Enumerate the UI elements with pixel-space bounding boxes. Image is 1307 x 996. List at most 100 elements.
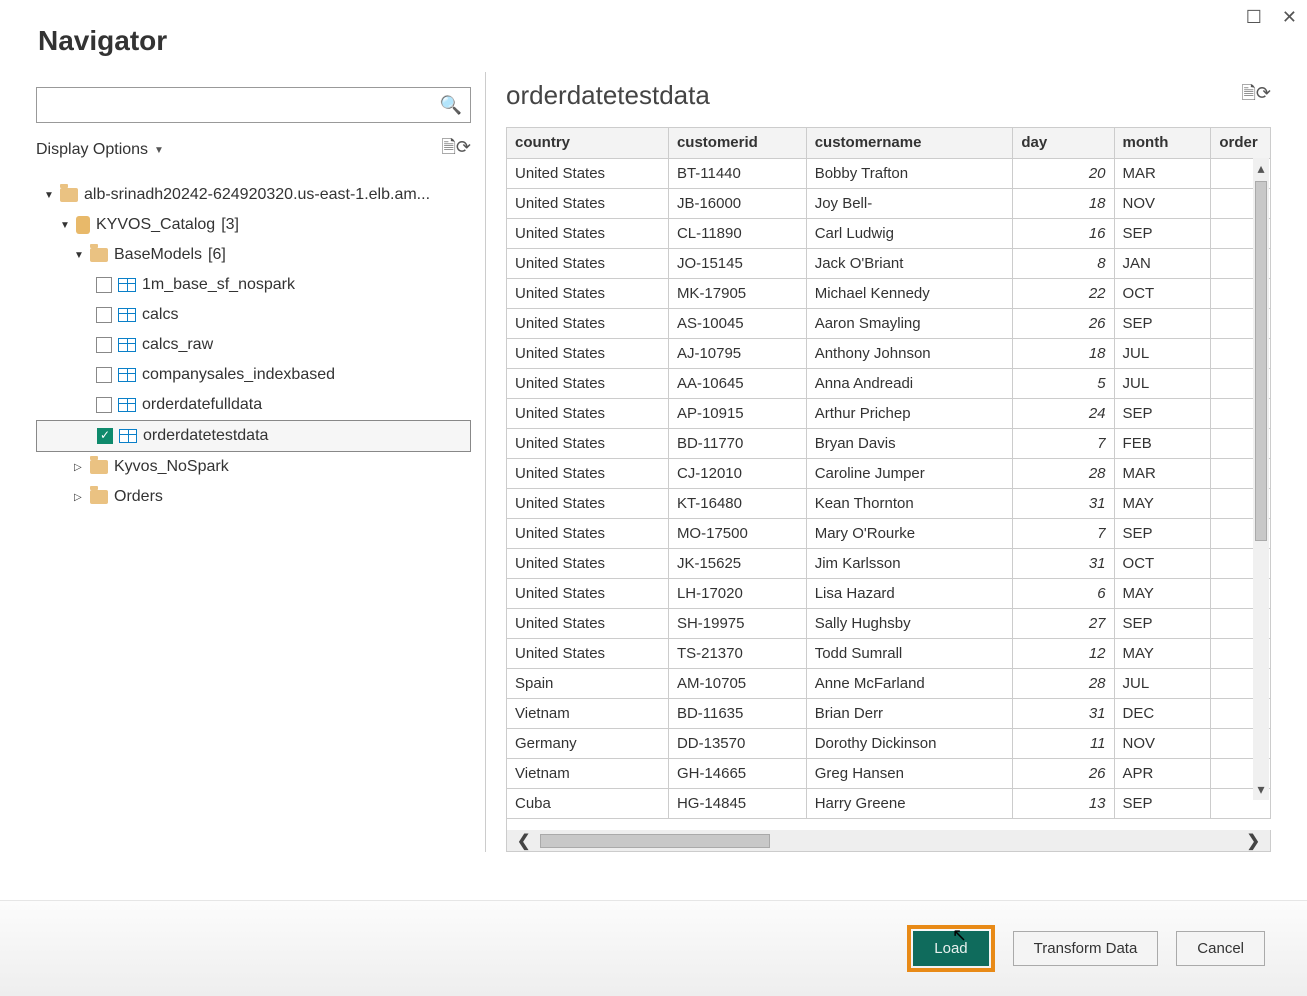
table-row[interactable]: GermanyDD-13570Dorothy Dickinson11NOV xyxy=(507,728,1271,758)
cell-customerid: AJ-10795 xyxy=(668,338,806,368)
column-header[interactable]: order xyxy=(1211,128,1271,158)
table-row[interactable]: United StatesJO-15145Jack O'Briant8JAN xyxy=(507,248,1271,278)
tree-table-item[interactable]: orderdatefulldata xyxy=(36,390,471,420)
tree-table-label: calcs_raw xyxy=(142,336,213,354)
checkbox[interactable] xyxy=(96,337,112,353)
cell-country: United States xyxy=(507,188,668,218)
cell-customername: Harry Greene xyxy=(806,788,1013,818)
table-row[interactable]: United StatesCJ-12010Caroline Jumper28MA… xyxy=(507,458,1271,488)
table-row[interactable]: United StatesLH-17020Lisa Hazard6MAY xyxy=(507,578,1271,608)
tree-table-label: calcs xyxy=(142,306,178,324)
table-row[interactable]: United StatesJB-16000Joy Bell-18NOV xyxy=(507,188,1271,218)
folder-icon xyxy=(60,188,78,202)
maximize-icon[interactable]: ☐ xyxy=(1246,8,1262,26)
tree-table-item[interactable]: calcs xyxy=(36,300,471,330)
column-header[interactable]: country xyxy=(507,128,668,158)
cell-day: 8 xyxy=(1013,248,1114,278)
table-row[interactable]: United StatesAJ-10795Anthony Johnson18JU… xyxy=(507,338,1271,368)
table-row[interactable]: United StatesAP-10915Arthur Prichep24SEP xyxy=(507,398,1271,428)
cell-customername: Carl Ludwig xyxy=(806,218,1013,248)
display-options-dropdown[interactable]: Display Options ▼ xyxy=(36,141,164,159)
cell-customerid: SH-19975 xyxy=(668,608,806,638)
scroll-thumb[interactable] xyxy=(540,834,770,848)
tree-table-item[interactable]: calcs_raw xyxy=(36,330,471,360)
caret-down-icon[interactable]: ▼ xyxy=(60,220,70,231)
column-header[interactable]: day xyxy=(1013,128,1114,158)
table-row[interactable]: United StatesSH-19975Sally Hughsby27SEP xyxy=(507,608,1271,638)
checkbox[interactable] xyxy=(97,428,113,444)
table-row[interactable]: VietnamBD-11635Brian Derr31DEC xyxy=(507,698,1271,728)
column-header[interactable]: month xyxy=(1114,128,1211,158)
table-icon xyxy=(118,278,136,292)
table-row[interactable]: United StatesJK-15625Jim Karlsson31OCT xyxy=(507,548,1271,578)
cell-country: United States xyxy=(507,218,668,248)
horizontal-scrollbar[interactable]: ❮ ❯ xyxy=(506,830,1271,852)
preview-refresh-icon[interactable]: 🗎⟳ xyxy=(1241,81,1271,111)
column-header[interactable]: customername xyxy=(806,128,1013,158)
cell-day: 26 xyxy=(1013,758,1114,788)
cell-customername: Jack O'Briant xyxy=(806,248,1013,278)
caret-down-icon[interactable]: ▼ xyxy=(74,250,84,261)
scroll-up-icon[interactable]: ▴ xyxy=(1255,158,1266,179)
tree-table-item[interactable]: companysales_indexbased xyxy=(36,360,471,390)
scroll-right-icon[interactable]: ❯ xyxy=(1237,831,1270,851)
cell-customername: Caroline Jumper xyxy=(806,458,1013,488)
tree-orders[interactable]: ▷ Orders xyxy=(36,482,471,512)
checkbox[interactable] xyxy=(96,277,112,293)
table-row[interactable]: United StatesAS-10045Aaron Smayling26SEP xyxy=(507,308,1271,338)
refresh-icon[interactable]: 🗎⟳ xyxy=(441,135,471,165)
table-row[interactable]: VietnamGH-14665Greg Hansen26APR xyxy=(507,758,1271,788)
tree-table-item[interactable]: orderdatetestdata xyxy=(36,420,471,452)
cell-day: 5 xyxy=(1013,368,1114,398)
tree-table-label: orderdatetestdata xyxy=(143,427,268,445)
table-row[interactable]: United StatesBT-11440Bobby Trafton20MAR xyxy=(507,158,1271,188)
checkbox[interactable] xyxy=(96,307,112,323)
tree-catalog[interactable]: ▼ KYVOS_Catalog [3] xyxy=(36,210,471,240)
cell-day: 22 xyxy=(1013,278,1114,308)
scroll-thumb[interactable] xyxy=(1255,181,1267,541)
cell-month: MAR xyxy=(1114,458,1211,488)
caret-right-icon[interactable]: ▷ xyxy=(74,462,84,473)
table-row[interactable]: United StatesTS-21370Todd Sumrall12MAY xyxy=(507,638,1271,668)
vertical-scrollbar[interactable]: ▴ ▾ xyxy=(1253,158,1269,800)
tree-basemodels[interactable]: ▼ BaseModels [6] xyxy=(36,240,471,270)
scroll-left-icon[interactable]: ❮ xyxy=(507,831,540,851)
cell-customerid: KT-16480 xyxy=(668,488,806,518)
table-row[interactable]: United StatesBD-11770Bryan Davis7FEB xyxy=(507,428,1271,458)
cell-day: 6 xyxy=(1013,578,1114,608)
checkbox[interactable] xyxy=(96,397,112,413)
search-box[interactable]: 🔍 xyxy=(36,87,471,123)
cell-month: JUL xyxy=(1114,338,1211,368)
load-button[interactable]: Load xyxy=(913,931,988,966)
table-row[interactable]: United StatesMK-17905Michael Kennedy22OC… xyxy=(507,278,1271,308)
cell-customerid: GH-14665 xyxy=(668,758,806,788)
tree-table-item[interactable]: 1m_base_sf_nospark xyxy=(36,270,471,300)
cell-customerid: CJ-12010 xyxy=(668,458,806,488)
caret-down-icon[interactable]: ▼ xyxy=(44,190,54,201)
table-row[interactable]: United StatesAA-10645Anna Andreadi5JUL xyxy=(507,368,1271,398)
cell-country: United States xyxy=(507,578,668,608)
table-icon xyxy=(118,338,136,352)
transform-data-button[interactable]: Transform Data xyxy=(1013,931,1159,966)
search-input[interactable] xyxy=(45,97,440,113)
column-header[interactable]: customerid xyxy=(668,128,806,158)
cell-country: Vietnam xyxy=(507,758,668,788)
table-row[interactable]: SpainAM-10705Anne McFarland28JUL xyxy=(507,668,1271,698)
cell-customername: Dorothy Dickinson xyxy=(806,728,1013,758)
table-row[interactable]: United StatesMO-17500Mary O'Rourke7SEP xyxy=(507,518,1271,548)
cancel-button[interactable]: Cancel xyxy=(1176,931,1265,966)
cell-day: 31 xyxy=(1013,548,1114,578)
checkbox[interactable] xyxy=(96,367,112,383)
tree-root[interactable]: ▼ alb-srinadh20242-624920320.us-east-1.e… xyxy=(36,180,471,210)
close-icon[interactable]: ✕ xyxy=(1282,8,1297,26)
table-row[interactable]: CubaHG-14845Harry Greene13SEP xyxy=(507,788,1271,818)
table-row[interactable]: United StatesKT-16480Kean Thornton31MAY xyxy=(507,488,1271,518)
caret-right-icon[interactable]: ▷ xyxy=(74,492,84,503)
page-title: Navigator xyxy=(38,25,1269,57)
scroll-down-icon[interactable]: ▾ xyxy=(1255,779,1266,800)
search-icon[interactable]: 🔍 xyxy=(440,95,462,116)
tree-table-label: 1m_base_sf_nospark xyxy=(142,276,295,294)
tree-nospark[interactable]: ▷ Kyvos_NoSpark xyxy=(36,452,471,482)
cell-day: 26 xyxy=(1013,308,1114,338)
table-row[interactable]: United StatesCL-11890Carl Ludwig16SEP xyxy=(507,218,1271,248)
